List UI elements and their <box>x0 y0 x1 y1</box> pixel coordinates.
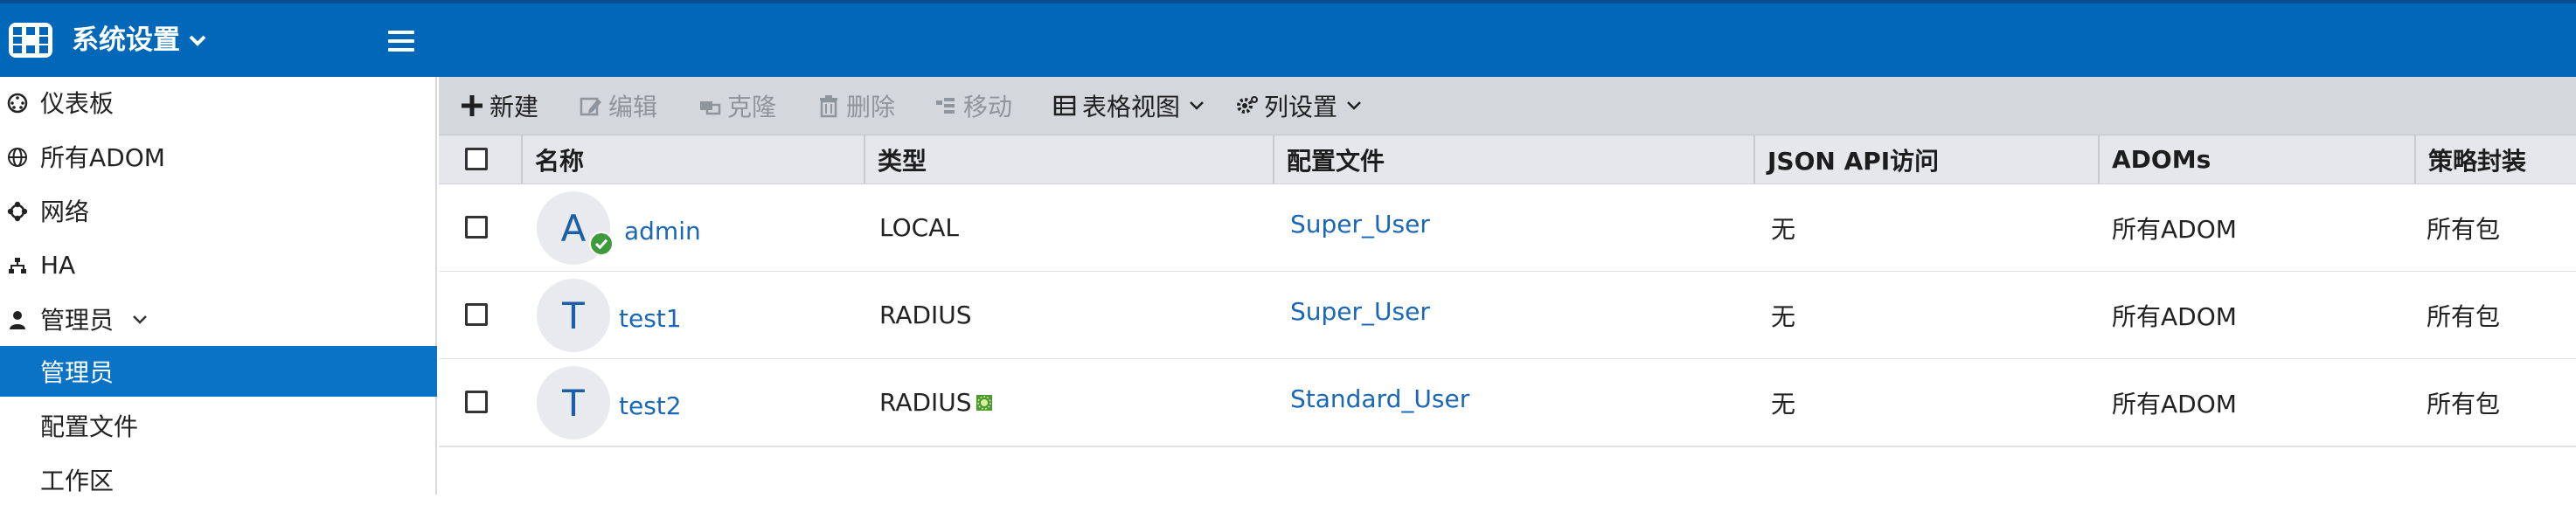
sidebar-subitem-label: 管理员 <box>40 358 115 387</box>
column-settings-dropdown[interactable]: 列设置 <box>1234 77 1362 135</box>
admin-type-cell: RADIUS <box>879 359 993 446</box>
json-api-access: 无 <box>1771 389 1796 419</box>
sidebar: 仪表板 所有ADOM 网络 HA 管理员 管理员 配置文件 工作区 <box>0 77 437 495</box>
network-icon <box>7 201 28 222</box>
sidebar-item-label: HA <box>40 250 76 280</box>
user-icon <box>10 311 25 329</box>
admin-name-link[interactable]: admin <box>624 188 701 274</box>
chevron-down-icon[interactable] <box>131 313 149 327</box>
dashboard-icon <box>7 93 28 114</box>
column-settings-label: 列设置 <box>1264 93 1338 121</box>
sidebar-item-label: 管理员 <box>40 306 115 335</box>
profile-link[interactable]: Super_User <box>1290 268 1430 355</box>
sidebar-item-label: 仪表板 <box>40 89 115 118</box>
gear-icon <box>1237 96 1258 114</box>
table-header: 名称 类型 配置文件 JSON API访问 ADOMs 策略封装 <box>439 135 2576 184</box>
sidebar-item-label: 网络 <box>40 197 90 226</box>
column-header-name[interactable]: 名称 <box>521 135 783 183</box>
column-header-type[interactable]: 类型 <box>864 135 1274 183</box>
avatar: T <box>537 279 610 352</box>
adoms-value: 所有ADOM <box>2112 301 2237 331</box>
new-button[interactable]: 新建 <box>460 77 538 135</box>
avatar: T <box>537 366 610 439</box>
column-header-profile[interactable]: 配置文件 <box>1273 135 1753 183</box>
row-checkbox[interactable] <box>465 216 488 239</box>
clone-button[interactable]: 克隆 <box>698 77 776 135</box>
trash-icon <box>820 95 837 118</box>
globe-icon <box>8 148 27 167</box>
edit-icon <box>580 97 601 116</box>
clone-button-label: 克隆 <box>727 93 777 121</box>
policy-package-value: 所有包 <box>2427 389 2501 419</box>
column-header-json-api[interactable]: JSON API访问 <box>1753 135 2098 183</box>
sidebar-subitem-label: 配置文件 <box>40 412 139 441</box>
row-checkbox[interactable] <box>465 303 488 326</box>
sidebar-subitem-label: 工作区 <box>40 467 115 495</box>
new-button-label: 新建 <box>490 93 539 121</box>
adoms-value: 所有ADOM <box>2112 214 2237 244</box>
move-button-label: 移动 <box>963 93 1013 121</box>
adoms-value: 所有ADOM <box>2112 389 2237 419</box>
admin-name-link[interactable]: test2 <box>619 363 682 449</box>
chevron-down-icon[interactable] <box>187 30 208 51</box>
sidebar-item-label: 所有ADOM <box>40 143 165 172</box>
table-row[interactable]: T test2 RADIUS Standard_User 无 所有ADOM 所有… <box>439 359 2576 447</box>
sidebar-item-ha[interactable]: HA <box>0 239 437 290</box>
table-row[interactable]: A admin LOCAL Super_User 无 所有ADOM 所有包 <box>439 184 2576 273</box>
check-circle-icon <box>589 232 614 256</box>
admin-type: RADIUS <box>879 301 972 329</box>
top-bar: 系统设置 <box>0 0 2576 77</box>
ha-icon <box>9 258 26 273</box>
edit-button[interactable]: 编辑 <box>579 77 657 135</box>
delete-button[interactable]: 删除 <box>816 77 895 135</box>
chevron-down-icon <box>1347 101 1361 110</box>
sidebar-item-network[interactable]: 网络 <box>0 185 437 236</box>
move-icon <box>936 98 955 114</box>
chevron-down-icon <box>1190 101 1204 110</box>
token-icon <box>976 394 992 411</box>
toolbar: 新建 编辑 克隆 删除 移动 表格视图 列设置 <box>439 77 2576 135</box>
profile-link[interactable]: Super_User <box>1290 181 1430 267</box>
json-api-access: 无 <box>1771 214 1796 244</box>
select-all-checkbox[interactable] <box>465 148 488 170</box>
sidebar-item-all-adoms[interactable]: 所有ADOM <box>0 131 437 182</box>
sidebar-subitem-workspace[interactable]: 工作区 <box>0 454 437 505</box>
edit-button-label: 编辑 <box>608 93 658 121</box>
row-checkbox[interactable] <box>465 391 488 413</box>
json-api-access: 无 <box>1771 301 1796 331</box>
column-header-policy-package[interactable]: 策略封装 <box>2414 135 2576 183</box>
column-header-adoms[interactable]: ADOMs <box>2098 135 2414 183</box>
table-view-label: 表格视图 <box>1082 93 1181 121</box>
fortinet-logo-icon[interactable] <box>9 23 52 58</box>
profile-link[interactable]: Standard_User <box>1290 356 1469 442</box>
policy-package-value: 所有包 <box>2427 214 2501 244</box>
policy-package-value: 所有包 <box>2427 301 2501 331</box>
table-view-dropdown[interactable]: 表格视图 <box>1052 77 1205 135</box>
sidebar-subitem-administrators[interactable]: 管理员 <box>0 346 437 397</box>
sidebar-item-dashboard[interactable]: 仪表板 <box>0 77 437 128</box>
sidebar-item-administrators[interactable]: 管理员 <box>0 294 437 344</box>
admin-type: LOCAL <box>879 213 959 242</box>
admin-type: RADIUS <box>879 388 972 417</box>
menu-toggle-icon[interactable] <box>388 31 414 53</box>
clone-icon <box>700 101 721 115</box>
app-title[interactable]: 系统设置 <box>72 21 180 59</box>
admin-name-link[interactable]: test1 <box>619 275 682 362</box>
delete-button-label: 删除 <box>846 93 896 121</box>
table-icon <box>1053 95 1076 116</box>
move-button[interactable]: 移动 <box>934 77 1012 135</box>
sidebar-subitem-profiles[interactable]: 配置文件 <box>0 400 437 451</box>
plus-icon <box>462 95 483 116</box>
table-row[interactable]: T test1 RADIUS Super_User 无 所有ADOM 所有包 <box>439 272 2576 360</box>
